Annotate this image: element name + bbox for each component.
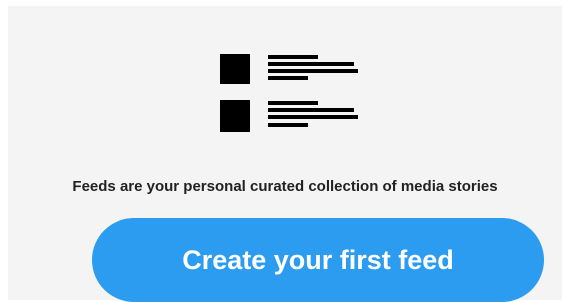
empty-state-message: Feeds are your personal curated collecti… (72, 178, 498, 195)
create-feed-button[interactable]: Create your first feed (92, 218, 544, 302)
feed-list-icon (220, 54, 358, 132)
empty-state-panel: Feeds are your personal curated collecti… (8, 6, 562, 302)
